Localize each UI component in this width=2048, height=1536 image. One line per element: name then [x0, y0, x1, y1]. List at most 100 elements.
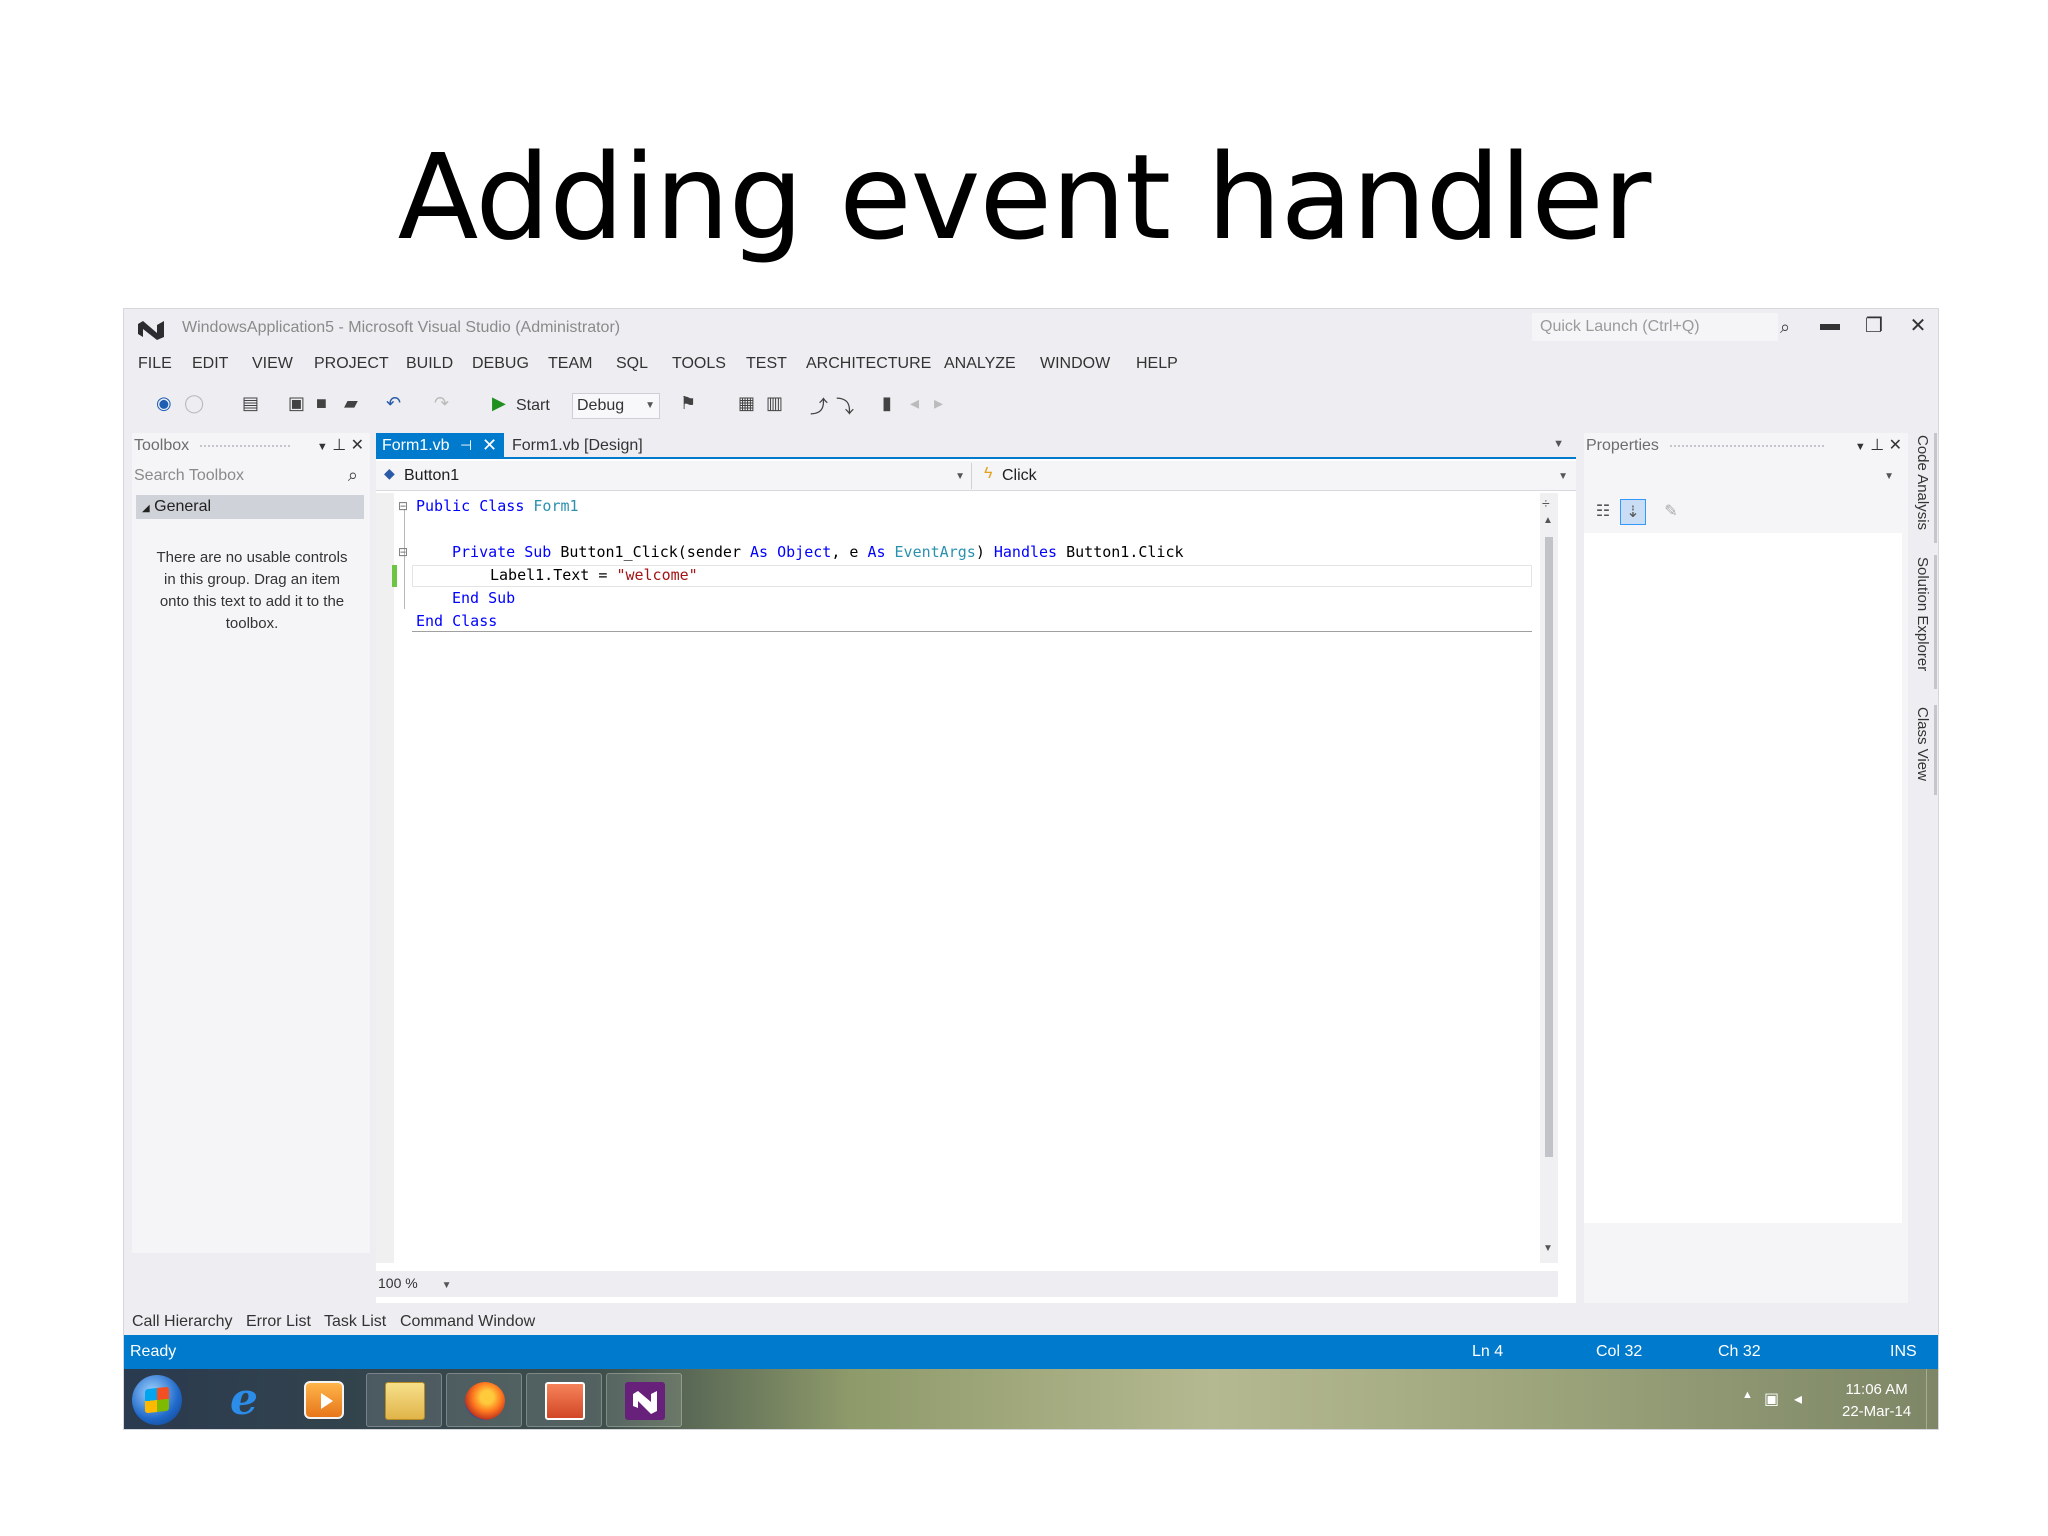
code-type: Object: [777, 543, 832, 561]
volume-icon[interactable]: ◂: [1794, 1389, 1802, 1409]
taskbar-media-player[interactable]: [286, 1373, 362, 1427]
close-icon[interactable]: ✕: [351, 437, 364, 454]
tab-form1-vb[interactable]: Form1.vb ⊣ ✕: [376, 433, 504, 459]
next-bookmark-icon[interactable]: ▸: [934, 393, 943, 414]
menu-edit[interactable]: EDIT: [192, 355, 228, 373]
collapse-icon[interactable]: ⊟: [398, 545, 408, 559]
uncomment-lines-icon[interactable]: ⤵: [836, 393, 854, 419]
menu-team[interactable]: TEAM: [548, 355, 592, 373]
tab-call-hierarchy[interactable]: Call Hierarchy: [132, 1313, 233, 1339]
menu-sql[interactable]: SQL: [616, 355, 648, 373]
property-pages-icon[interactable]: ✎: [1658, 499, 1684, 525]
start-button[interactable]: [132, 1375, 182, 1425]
alphabetical-icon[interactable]: ⇣: [1620, 499, 1646, 525]
close-window-button[interactable]: ✕: [1904, 313, 1932, 338]
find-in-files-icon[interactable]: ⚑: [680, 393, 696, 414]
menu-build[interactable]: BUILD: [406, 355, 453, 373]
code-line-1: Public Class Form1: [416, 495, 579, 517]
quick-launch-input[interactable]: Quick Launch (Ctrl+Q): [1532, 313, 1778, 341]
solution-explorer-icon[interactable]: ▦: [738, 393, 755, 414]
chevron-down-icon[interactable]: ▼: [317, 441, 328, 453]
bookmark-icon[interactable]: ▮: [882, 393, 892, 414]
menu-help[interactable]: HELP: [1136, 355, 1178, 373]
status-line: Ln 4: [1472, 1343, 1504, 1360]
search-toolbox-input[interactable]: Search Toolbox ⌕: [132, 463, 364, 489]
redo-icon[interactable]: ↷: [434, 393, 449, 414]
minimize-button[interactable]: ▬: [1816, 313, 1844, 336]
comment-lines-icon[interactable]: ⤴: [810, 393, 828, 419]
drag-grip[interactable]: [1670, 445, 1824, 448]
class-separator: [412, 631, 1532, 632]
menu-project[interactable]: PROJECT: [314, 355, 389, 373]
changed-line-marker: [392, 565, 397, 587]
navigate-forward-icon[interactable]: ◯: [184, 393, 204, 414]
pin-icon[interactable]: ⊣: [460, 437, 472, 454]
menu-window[interactable]: WINDOW: [1040, 355, 1110, 373]
menu-analyze[interactable]: ANALYZE: [944, 355, 1016, 373]
properties-object-dropdown[interactable]: ▼: [1584, 463, 1902, 489]
close-icon[interactable]: ✕: [1889, 437, 1902, 454]
navigate-back-icon[interactable]: ◉: [156, 393, 172, 414]
editor-bottom-bar: 100 % ▼: [376, 1271, 1558, 1297]
chevron-down-icon[interactable]: ▼: [1553, 438, 1564, 450]
menu-debug[interactable]: DEBUG: [472, 355, 529, 373]
vertical-scrollbar[interactable]: ÷ ▲ ▼: [1540, 493, 1558, 1263]
code-editor: Form1.vb ⊣ ✕ Form1.vb [Design] ▼ ◆ Butto…: [376, 433, 1576, 1303]
tab-solution-explorer[interactable]: Solution Explorer: [1914, 557, 1931, 671]
tab-code-analysis[interactable]: Code Analysis: [1914, 435, 1931, 530]
taskbar-clock[interactable]: 11:06 AM 22-Mar-14: [1842, 1379, 1911, 1423]
visual-studio-window: WindowsApplication5 - Microsoft Visual S…: [123, 308, 1939, 1430]
pin-icon[interactable]: ⊥: [1870, 437, 1884, 454]
object-dropdown[interactable]: ◆ Button1 ▼: [376, 463, 972, 489]
zoom-dropdown[interactable]: 100 % ▼: [378, 1275, 452, 1291]
tab-error-list[interactable]: Error List: [246, 1313, 311, 1339]
chevron-down-icon[interactable]: ▼: [1855, 441, 1866, 453]
show-desktop-button[interactable]: [1926, 1369, 1938, 1429]
taskbar-visual-studio[interactable]: [606, 1373, 682, 1427]
toolbox-title: Toolbox: [134, 437, 190, 454]
show-hidden-icons-icon[interactable]: ▲: [1742, 1389, 1753, 1401]
close-tab-icon[interactable]: ✕: [482, 435, 497, 456]
tab-class-view[interactable]: Class View: [1914, 707, 1931, 781]
code-text-area[interactable]: ⊟ Public Class Form1 ⊟ Private Sub Butto…: [392, 495, 1534, 1265]
search-icon[interactable]: ⌕: [348, 465, 358, 486]
menu-view[interactable]: VIEW: [252, 355, 293, 373]
new-project-icon[interactable]: ▤: [242, 393, 259, 414]
tab-command-window[interactable]: Command Window: [400, 1313, 536, 1339]
restore-button[interactable]: ❐: [1860, 313, 1888, 338]
pin-icon[interactable]: ⊥: [332, 437, 346, 454]
undo-icon[interactable]: ↶: [386, 393, 401, 414]
network-icon[interactable]: ▣: [1764, 1389, 1779, 1409]
search-icon[interactable]: ⌕: [1780, 317, 1790, 338]
tab-task-list[interactable]: Task List: [324, 1313, 387, 1339]
tab-form1-design[interactable]: Form1.vb [Design]: [512, 433, 643, 457]
chevron-down-icon: ▼: [1884, 471, 1894, 482]
menu-file[interactable]: FILE: [138, 355, 172, 373]
properties-window-icon[interactable]: ▥: [766, 393, 783, 414]
splitter-icon[interactable]: ÷: [1542, 495, 1550, 511]
scroll-thumb[interactable]: [1545, 537, 1553, 1157]
event-dropdown[interactable]: ϟ Click ▼: [978, 463, 1574, 489]
menu-test[interactable]: TEST: [746, 355, 787, 373]
start-button-label[interactable]: Start: [516, 397, 550, 415]
horizontal-scrollbar[interactable]: [466, 1279, 1546, 1289]
scroll-up-icon[interactable]: ▲: [1543, 515, 1553, 526]
taskbar-firefox[interactable]: [446, 1373, 522, 1427]
taskbar-internet-explorer[interactable]: e: [206, 1373, 282, 1427]
open-file-icon[interactable]: ▣: [288, 393, 305, 414]
collapse-icon[interactable]: ⊟: [398, 499, 408, 513]
menu-architecture[interactable]: ARCHITECTURE: [806, 355, 931, 373]
menu-tools[interactable]: TOOLS: [672, 355, 726, 373]
solution-configuration-dropdown[interactable]: Debug ▼: [572, 393, 660, 419]
start-debugging-icon[interactable]: ▶: [492, 393, 506, 414]
drag-grip[interactable]: [200, 445, 290, 448]
categorized-icon[interactable]: ☷: [1590, 499, 1616, 525]
save-all-icon[interactable]: ▰: [344, 393, 358, 414]
scroll-down-icon[interactable]: ▼: [1543, 1243, 1553, 1254]
windows-logo-icon: [145, 1386, 169, 1414]
taskbar-file-explorer[interactable]: [366, 1373, 442, 1427]
previous-bookmark-icon[interactable]: ◂: [910, 393, 919, 414]
taskbar-powerpoint[interactable]: [526, 1373, 602, 1427]
save-icon[interactable]: ■: [316, 393, 327, 414]
toolbox-group-general[interactable]: ◢ General: [136, 495, 364, 519]
